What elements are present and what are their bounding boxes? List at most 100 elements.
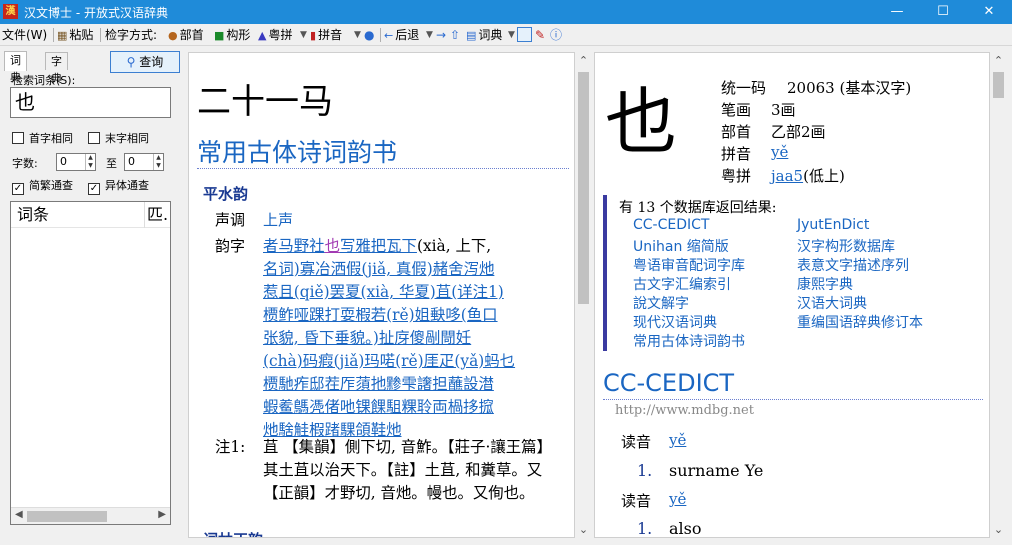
scroll-up-icon[interactable]: ⌃ xyxy=(990,52,1007,69)
rhyme-link[interactable]: 写雅把瓦下 xyxy=(340,237,417,255)
jyutping-dropdown-icon[interactable]: ▼ xyxy=(300,27,307,44)
minimize-button[interactable]: — xyxy=(874,0,920,24)
jyutping-button[interactable]: ▲ 粤拼 xyxy=(258,27,292,44)
title-bar: 漢 汉文博士 - 开放式汉语辞典 — ☐ ✕ xyxy=(0,0,1012,24)
scrollbar-thumb[interactable] xyxy=(27,511,107,522)
top-arrow-icon[interactable]: ⇧ xyxy=(450,27,460,44)
simplified-traditional-checkbox[interactable]: ✓ 简繁通查 xyxy=(12,179,73,195)
count-to-stepper[interactable]: 0 ▲ ▼ xyxy=(124,153,164,171)
definition-number: 1. xyxy=(637,519,653,538)
structure-button[interactable]: ■ 构形 xyxy=(214,27,250,44)
checkmark-icon: ✓ xyxy=(12,183,24,195)
database-results: 有 13 个数据库返回结果: CC-CEDICT Unihan 缩简版 粤语审音… xyxy=(603,195,981,351)
search-input[interactable]: 也 xyxy=(10,87,171,118)
pinyin-button[interactable]: ▮ 拼音 xyxy=(310,27,342,44)
scroll-left-icon[interactable]: ◀ xyxy=(15,509,23,520)
rhyme-dictionary-panel: 二十一马 常用古体诗词韵书 平水韵 声调 上声 韵字 者马野社也写雅把瓦下(xi… xyxy=(188,52,575,538)
search-icon: ⚲ xyxy=(126,55,136,69)
back-arrow-icon: ← xyxy=(384,28,394,42)
rhyme-link[interactable]: 者马野社 xyxy=(263,237,325,255)
highlighted-char[interactable]: 也 xyxy=(325,237,340,255)
character-info-panel: 也 统一码 20063 (基本汉字) 笔画 3画 部首 乙部2画 拼音 yě 粤拼 jaa… xyxy=(594,52,990,538)
rhyme-line[interactable]: 槚鲊哑踝打耍椵若(rě)姐𡙇哆(鱼口 xyxy=(263,306,498,324)
paste-button[interactable]: ▦ 粘贴 xyxy=(57,27,93,44)
rhyme-line[interactable]: 蝦鲝鷌凴偖吔锞餜駔粿聆両楇拸搲 xyxy=(263,398,494,416)
db-link-rhyme-book[interactable]: 常用古体诗词韵书 xyxy=(633,331,745,351)
jyutping-row: 粤拼 jaa5(低上) xyxy=(721,167,845,185)
db-link-hanyu-dacidian[interactable]: 汉语大词典 xyxy=(797,293,867,313)
variant-checkbox[interactable]: ✓ 异体通查 xyxy=(88,179,149,195)
jyutping-link[interactable]: jaa5 xyxy=(771,167,803,185)
close-button[interactable]: ✕ xyxy=(966,0,1012,24)
tail-same-checkbox[interactable]: 末字相同 xyxy=(88,132,149,146)
db-link-mandarin-dictionary[interactable]: 重编国语辞典修订本 xyxy=(797,312,923,332)
info-icon[interactable]: ⓘ xyxy=(550,27,562,44)
db-link-char-structure[interactable]: 汉字构形数据库 xyxy=(797,236,895,256)
stepper-arrows-icon[interactable]: ▲ ▼ xyxy=(85,154,95,170)
app-icon: 漢 xyxy=(3,4,18,19)
rhyme-line[interactable]: 惹且(qiě)罢夏(xià, 华夏)苴(详注1) xyxy=(263,283,504,301)
db-link-cc-cedict[interactable]: CC-CEDICT xyxy=(633,217,709,233)
horizontal-scrollbar[interactable]: ◀ ▶ xyxy=(11,507,170,524)
rhyme-line[interactable]: 名词)寡冶洒假(jiǎ, 真假)赭舍泻灺 xyxy=(263,260,494,278)
dictionary-button[interactable]: ▤ 词典 xyxy=(466,27,502,44)
rhyme-line[interactable]: 张貌, 昏下垂貌。)扯庌傻剮閜妊 xyxy=(263,329,471,347)
right-vertical-scrollbar[interactable]: ⌃ ⌄ xyxy=(990,52,1007,538)
section-title: 平水韵 xyxy=(203,185,249,203)
tone-value[interactable]: 上声 xyxy=(263,209,293,230)
character-glyph: 也 xyxy=(605,80,678,164)
db-link-cantonese-pron[interactable]: 粤语审音配词字库 xyxy=(633,255,745,275)
globe-icon[interactable]: ● xyxy=(364,27,374,44)
pin-icon[interactable]: ✎ xyxy=(535,27,545,44)
reading-link[interactable]: yě xyxy=(669,431,686,449)
column-header-entry[interactable]: 词条 xyxy=(17,202,49,228)
scrollbar-thumb[interactable] xyxy=(993,72,1004,98)
book-icon: ▤ xyxy=(466,28,477,42)
db-link-shuowen[interactable]: 說文解字 xyxy=(633,293,689,313)
pinyin-dropdown-icon[interactable]: ▼ xyxy=(354,27,361,44)
rhyme-line[interactable]: 槚馳痄邸茬厏蕦扡黪雫譇担蘸設澘 xyxy=(263,375,494,393)
footnote-label: 注1: xyxy=(215,438,246,456)
back-button[interactable]: ← 后退 xyxy=(384,27,419,44)
to-label: 至 xyxy=(106,157,117,170)
strokes-row: 笔画 3画 xyxy=(721,101,796,119)
codepoint-row: 统一码 20063 (基本汉字) xyxy=(721,79,912,97)
middle-vertical-scrollbar[interactable]: ⌃ ⌄ xyxy=(575,52,592,538)
cedict-url[interactable]: http://www.mdbg.net xyxy=(615,403,754,418)
dictionary-title: 常用古体诗词韵书 xyxy=(197,138,398,167)
db-link-jyutendict[interactable]: JyutEnDict xyxy=(797,217,869,233)
tab-word-dictionary[interactable]: 词典 xyxy=(4,51,27,84)
maximize-button[interactable]: ☐ xyxy=(920,0,966,24)
divider xyxy=(197,168,569,169)
db-link-ids[interactable]: 表意文字描述序列 xyxy=(797,255,909,275)
query-button[interactable]: ⚲ 查询 xyxy=(110,51,180,73)
stepper-arrows-icon[interactable]: ▲ ▼ xyxy=(153,154,163,170)
scroll-right-icon[interactable]: ▶ xyxy=(158,509,166,520)
pinyin-link[interactable]: yě xyxy=(771,143,788,161)
db-link-unihan[interactable]: Unihan 缩简版 xyxy=(633,236,729,256)
reading-link[interactable]: yě xyxy=(669,490,686,508)
scroll-up-icon[interactable]: ⌃ xyxy=(575,52,592,69)
definition-number: 1. xyxy=(637,461,653,480)
dictionary-dropdown-icon[interactable]: ▼ xyxy=(508,27,515,44)
db-link-ancient-script[interactable]: 古文字汇编索引 xyxy=(633,274,731,294)
rhyme-line[interactable]: (chà)码瘕(jiǎ)玛喏(rě)厓疋(yǎ)蚂乜 xyxy=(263,352,515,370)
toolbar-separator xyxy=(380,28,381,42)
db-link-modern-chinese[interactable]: 现代汉语词典 xyxy=(633,312,717,332)
count-from-stepper[interactable]: 0 ▲ ▼ xyxy=(56,153,96,171)
scroll-down-icon[interactable]: ⌄ xyxy=(990,521,1007,538)
head-same-checkbox[interactable]: 首字相同 xyxy=(12,132,73,146)
radical-button[interactable]: ● 部首 xyxy=(168,27,204,44)
search-panel: 词典 字典 ⚲ 查询 检索词条(S): 也 首字相同 末字相同 字数: 0 ▲ ▼ … xyxy=(0,48,185,545)
scroll-down-icon[interactable]: ⌄ xyxy=(575,521,592,538)
back-dropdown-icon[interactable]: ▼ xyxy=(426,27,433,44)
layout-toggle-icon[interactable] xyxy=(517,27,532,42)
column-header-match[interactable]: 匹. xyxy=(144,202,168,228)
tab-char-dictionary[interactable]: 字典 xyxy=(45,52,68,85)
db-link-kangxi[interactable]: 康熙字典 xyxy=(797,274,853,294)
checkmark-icon: ✓ xyxy=(88,183,100,195)
file-menu[interactable]: 文件(W) xyxy=(2,27,47,44)
forward-arrow-icon[interactable]: → xyxy=(436,27,446,44)
scrollbar-thumb[interactable] xyxy=(578,72,589,304)
entry-list[interactable]: 词条 匹. ◀ ▶ xyxy=(10,201,171,525)
